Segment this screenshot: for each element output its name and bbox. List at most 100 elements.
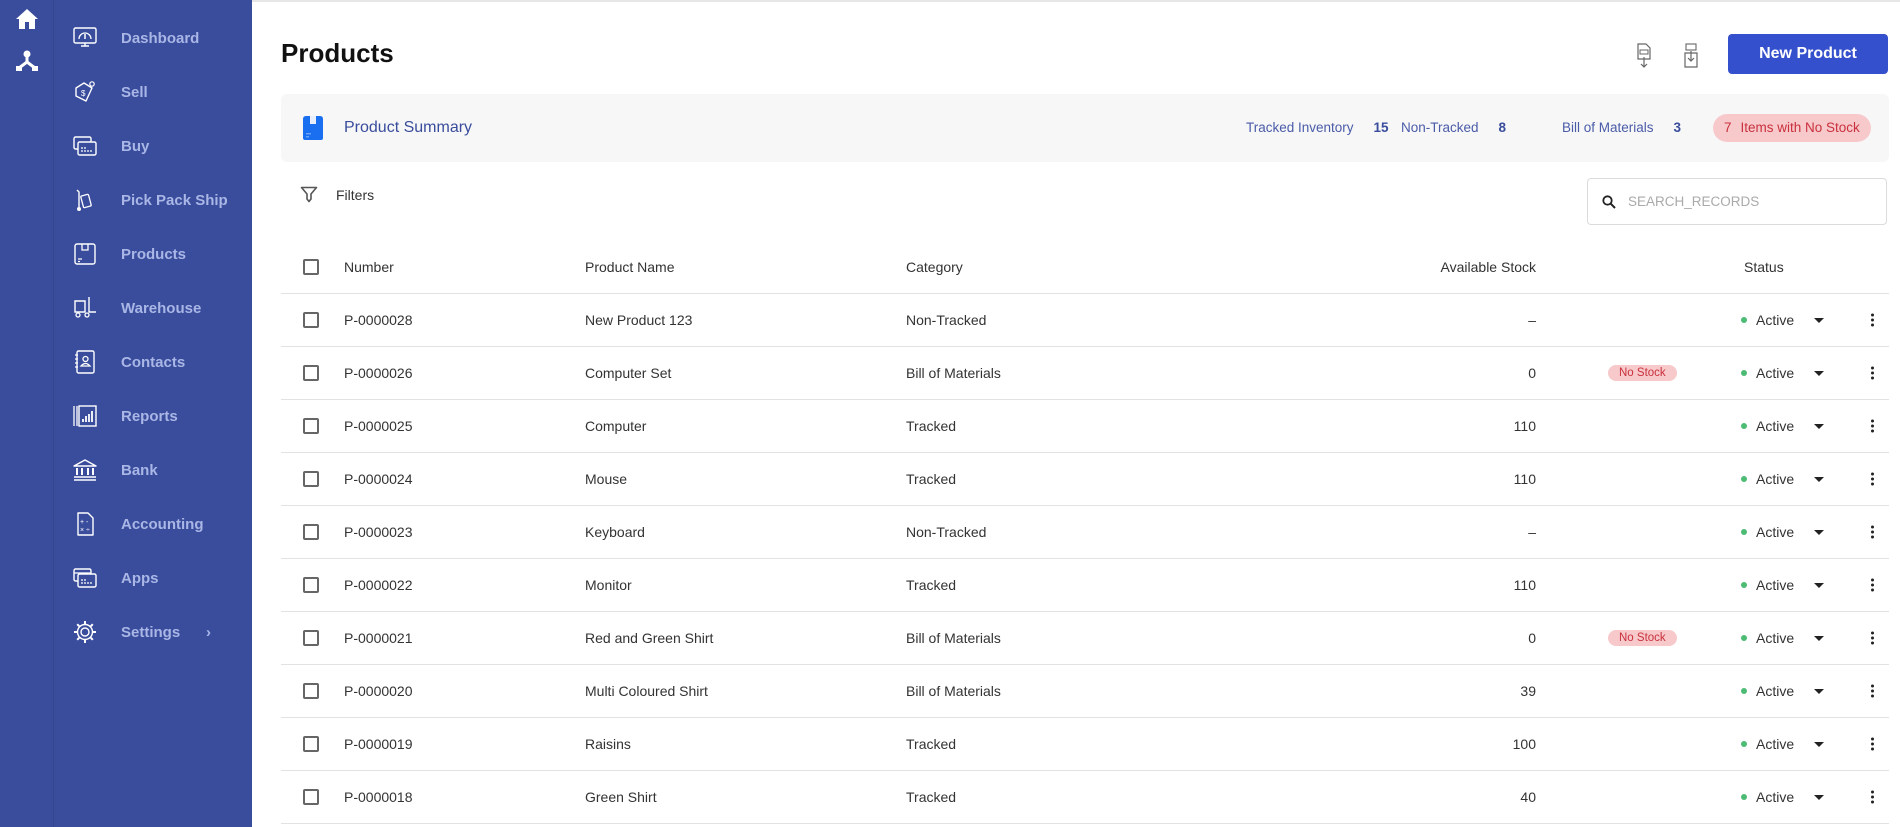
row-checkbox[interactable] — [303, 471, 319, 487]
more-actions-button[interactable] — [1867, 471, 1878, 488]
row-checkbox[interactable] — [303, 789, 319, 805]
more-actions-button[interactable] — [1867, 577, 1878, 594]
cell-category: Non-Tracked — [906, 524, 987, 540]
more-actions-button[interactable] — [1867, 312, 1878, 329]
status-dropdown[interactable]: Active — [1741, 471, 1825, 487]
row-checkbox[interactable] — [303, 312, 319, 328]
more-actions-button[interactable] — [1867, 524, 1878, 541]
no-stock-badge[interactable]: 7 Items with No Stock — [1713, 114, 1871, 142]
more-vertical-icon — [1871, 472, 1874, 486]
table-row[interactable]: P-0000025 Computer Tracked 110 Active — [281, 400, 1889, 453]
sidebar-item-warehouse[interactable]: Warehouse — [54, 281, 252, 335]
status-dropdown[interactable]: Active — [1741, 418, 1825, 434]
status-dropdown[interactable]: Active — [1741, 312, 1825, 328]
column-header-product-name[interactable]: Product Name — [585, 259, 674, 275]
cell-number: P-0000020 — [344, 683, 413, 699]
status-dot — [1741, 529, 1747, 535]
more-actions-button[interactable] — [1867, 683, 1878, 700]
sidebar-item-reports[interactable]: Reports — [54, 389, 252, 443]
status-label: Active — [1756, 365, 1795, 381]
more-vertical-icon — [1871, 684, 1874, 698]
table-row[interactable]: P-0000019 Raisins Tracked 100 Active — [281, 718, 1889, 771]
table-row[interactable]: P-0000024 Mouse Tracked 110 Active — [281, 453, 1889, 506]
more-actions-button[interactable] — [1867, 418, 1878, 435]
row-checkbox[interactable] — [303, 524, 319, 540]
table-row[interactable]: P-0000022 Monitor Tracked 110 Active — [281, 559, 1889, 612]
cell-product-name: Raisins — [585, 736, 631, 752]
status-dropdown[interactable]: Active — [1741, 630, 1825, 646]
table-row[interactable]: P-0000023 Keyboard Non-Tracked – Active — [281, 506, 1889, 559]
column-header-status[interactable]: Status — [1744, 259, 1784, 275]
sidebar-item-accounting[interactable]: + - × ÷ Accounting — [54, 497, 252, 551]
sidebar-item-label: Apps — [121, 569, 159, 587]
hierarchy-button[interactable] — [12, 46, 42, 76]
more-actions-button[interactable] — [1867, 365, 1878, 382]
column-header-category[interactable]: Category — [906, 259, 963, 275]
table-row[interactable]: P-0000028 New Product 123 Non-Tracked – Acti… — [281, 294, 1889, 347]
filters-button[interactable]: Filters — [300, 186, 374, 203]
sidebar-item-dashboard[interactable]: Dashboard — [54, 11, 252, 65]
sidebar-item-bank[interactable]: Bank — [54, 443, 252, 497]
more-vertical-icon — [1871, 313, 1874, 327]
status-dot — [1741, 370, 1747, 376]
sidebar-item-label: Accounting — [121, 515, 204, 533]
cell-category: Tracked — [906, 418, 957, 434]
sidebar-item-label: Contacts — [121, 353, 186, 371]
import-button[interactable] — [1680, 42, 1702, 70]
sidebar-item-pick-pack-ship[interactable]: Pick Pack Ship — [54, 173, 252, 227]
status-dropdown[interactable]: Active — [1741, 524, 1825, 540]
file-export-icon — [1637, 43, 1651, 68]
new-product-button[interactable]: New Product — [1728, 34, 1888, 74]
chevron-right-icon[interactable]: › — [206, 624, 211, 641]
table-row[interactable]: P-0000018 Green Shirt Tracked 40 Active — [281, 771, 1889, 824]
select-all-checkbox[interactable] — [303, 258, 319, 275]
row-checkbox[interactable] — [303, 683, 319, 699]
more-vertical-icon — [1871, 366, 1874, 380]
sidebar-item-contacts[interactable]: Contacts — [54, 335, 252, 389]
status-dropdown[interactable]: Active — [1741, 577, 1825, 593]
sidebar-item-buy[interactable]: Buy — [54, 119, 252, 173]
table-row[interactable]: P-0000020 Multi Coloured Shirt Bill of Mat… — [281, 665, 1889, 718]
more-actions-button[interactable] — [1867, 789, 1878, 806]
row-checkbox[interactable] — [303, 736, 319, 752]
status-dot — [1741, 635, 1747, 641]
stat-bill-of-materials[interactable]: Bill of Materials 3 — [1562, 120, 1681, 135]
more-actions-button[interactable] — [1867, 736, 1878, 753]
row-checkbox[interactable] — [303, 630, 319, 646]
no-stock-badge: No Stock — [1608, 365, 1677, 381]
export-button[interactable] — [1633, 42, 1655, 70]
row-checkbox[interactable] — [303, 365, 319, 381]
status-dropdown[interactable]: Active — [1741, 683, 1825, 699]
sidebar-item-apps[interactable]: Apps — [54, 551, 252, 605]
home-button[interactable] — [12, 4, 42, 34]
more-vertical-icon — [1871, 631, 1874, 645]
stat-tracked-inventory[interactable]: Tracked Inventory 15 — [1246, 120, 1389, 135]
cell-product-name: Mouse — [585, 471, 628, 487]
column-header-number[interactable]: Number — [344, 259, 394, 275]
sidebar-item-sell[interactable]: $ Sell — [54, 65, 252, 119]
filter-icon — [300, 186, 318, 203]
more-actions-button[interactable] — [1867, 630, 1878, 647]
stat-non-tracked[interactable]: Non-Tracked 8 — [1401, 120, 1506, 135]
sidebar-item-label: Pick Pack Ship — [121, 191, 228, 209]
table-row[interactable]: P-0000026 Computer Set Bill of Materials 0 N… — [281, 347, 1889, 400]
stat-value: 3 — [1673, 120, 1682, 135]
sidebar-item-products[interactable]: Products — [54, 227, 252, 281]
search-box — [1587, 178, 1887, 225]
status-dropdown[interactable]: Active — [1741, 365, 1825, 381]
search-input[interactable] — [1628, 194, 1868, 209]
status-dropdown[interactable]: Active — [1741, 789, 1825, 805]
column-header-available-stock[interactable]: Available Stock — [1441, 259, 1536, 275]
cell-product-name: Keyboard — [585, 524, 645, 540]
contact-book-icon — [72, 349, 98, 375]
table-row[interactable]: P-0000021 Red and Green Shirt Bill of Mate… — [281, 612, 1889, 665]
status-dot — [1741, 476, 1747, 482]
sidebar-item-label: Bank — [121, 461, 158, 479]
status-dropdown[interactable]: Active — [1741, 736, 1825, 752]
sidebar-item-settings[interactable]: Settings › — [54, 605, 252, 659]
row-checkbox[interactable] — [303, 418, 319, 434]
row-checkbox[interactable] — [303, 577, 319, 593]
cell-available-stock: 110 — [1513, 577, 1536, 593]
sidebar-item-label: Dashboard — [121, 29, 200, 47]
cell-available-stock: 39 — [1520, 683, 1536, 699]
